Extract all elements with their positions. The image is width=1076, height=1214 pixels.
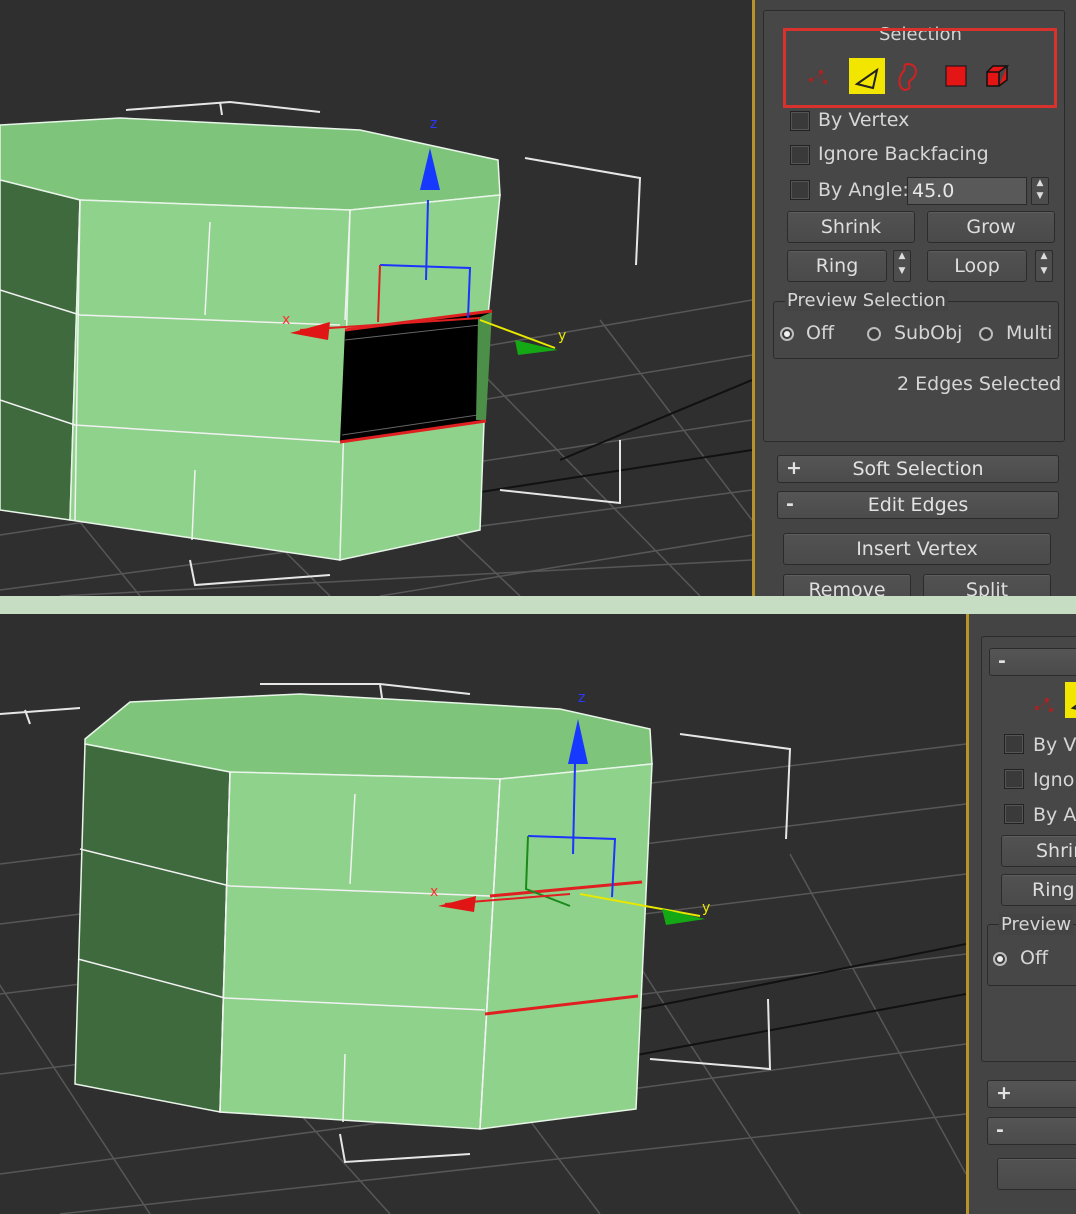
mesh-side-face: [74, 743, 231, 1113]
ring-spinner[interactable]: ▲ ▼: [893, 250, 911, 282]
preview-off-label: Off: [806, 322, 835, 344]
shrink-button[interactable]: Shrin: [1001, 835, 1076, 867]
mesh-front-face: [69, 199, 351, 561]
edit-edges-title: Edit Edges: [867, 494, 969, 516]
y-axis-label: y: [558, 328, 566, 344]
by-angle-checkbox[interactable]: [790, 180, 810, 200]
insert-vertex-button[interactable]: [997, 1158, 1076, 1190]
perspective-viewport[interactable]: z x y: [0, 0, 752, 596]
vertex-icon[interactable]: [1025, 686, 1061, 722]
by-vertex-checkbox[interactable]: [1004, 734, 1024, 754]
by-angle-label: By Angle:: [818, 179, 909, 201]
collapse-sign: -: [996, 1119, 1004, 1141]
top-screenshot: z x y Selection By Vertex Ignore Backfac…: [0, 0, 1076, 596]
selection-rollout-header[interactable]: -: [989, 648, 1076, 676]
by-angle-spinner[interactable]: ▲ ▼: [1031, 177, 1049, 205]
mesh-front-face: [479, 763, 653, 1130]
command-panel: - By Ve Ignor By Ar Shrin Ring Preview O…: [969, 614, 1076, 1214]
loop-button[interactable]: Loop: [927, 250, 1027, 282]
x-axis-label: x: [430, 884, 438, 900]
preview-multi-radio[interactable]: [979, 327, 993, 341]
mesh-front-face: [219, 771, 501, 1130]
expand-sign: +: [996, 1082, 1012, 1104]
command-panel: Selection By Vertex Ignore Backfacing By…: [755, 0, 1076, 596]
ring-button[interactable]: Ring: [787, 250, 887, 282]
loop-spinner[interactable]: ▲ ▼: [1035, 250, 1053, 282]
grow-button[interactable]: Grow: [927, 211, 1055, 243]
preview-off-radio[interactable]: [993, 952, 1007, 966]
bottom-screenshot: z x y - By Ve Ignor By Ar Shrin Ring Pre…: [0, 614, 1076, 1214]
edge-icon[interactable]: [1065, 682, 1076, 718]
mesh-top-face: [0, 117, 501, 211]
ignore-backfacing-label: Ignor: [1033, 769, 1076, 791]
by-vertex-checkbox[interactable]: [790, 111, 810, 131]
by-vertex-label: By Ve: [1033, 734, 1076, 756]
collapse-sign: -: [998, 650, 1006, 672]
preview-selection-label: Preview Selection: [785, 290, 948, 311]
preview-off-label: Off: [1020, 947, 1049, 969]
highlight-annotation: [783, 28, 1057, 108]
by-angle-checkbox[interactable]: [1004, 804, 1024, 824]
ignore-backfacing-label: Ignore Backfacing: [818, 143, 989, 165]
insert-vertex-button[interactable]: Insert Vertex: [783, 533, 1051, 565]
grid-axis-line: [639, 943, 966, 1010]
preview-subobj-radio[interactable]: [867, 327, 881, 341]
remove-button[interactable]: Remove: [783, 574, 911, 596]
x-axis-label: x: [282, 312, 290, 328]
soft-selection-title: Soft Selection: [852, 458, 984, 480]
split-button[interactable]: Split: [923, 574, 1051, 596]
mesh-side-face: [0, 179, 81, 521]
ring-button[interactable]: Ring: [1001, 874, 1076, 906]
by-vertex-label: By Vertex: [818, 109, 910, 131]
ignore-backfacing-checkbox[interactable]: [790, 145, 810, 165]
z-axis-label: z: [430, 116, 437, 132]
preview-selection-label: Preview: [999, 914, 1074, 935]
preview-subobj-label: SubObj: [894, 322, 963, 344]
by-angle-label: By Ar: [1033, 804, 1076, 826]
z-axis-label: z: [578, 690, 585, 706]
perspective-viewport[interactable]: z x y: [0, 614, 966, 1214]
soft-selection-rollout[interactable]: + Soft Selection: [777, 455, 1059, 483]
selection-status-text: 2 Edges Selected: [897, 373, 1062, 395]
edit-edges-rollout[interactable]: -: [987, 1117, 1076, 1145]
soft-selection-rollout[interactable]: + S: [987, 1080, 1076, 1108]
y-axis-label: y: [702, 900, 710, 916]
ignore-backfacing-checkbox[interactable]: [1004, 769, 1024, 789]
grid-axis-line: [559, 379, 752, 461]
shrink-button[interactable]: Shrink: [787, 211, 915, 243]
by-angle-input[interactable]: 45.0: [907, 177, 1027, 205]
edit-edges-rollout[interactable]: - Edit Edges: [777, 491, 1059, 519]
preview-off-radio[interactable]: [780, 327, 794, 341]
preview-multi-label: Multi: [1006, 322, 1053, 344]
